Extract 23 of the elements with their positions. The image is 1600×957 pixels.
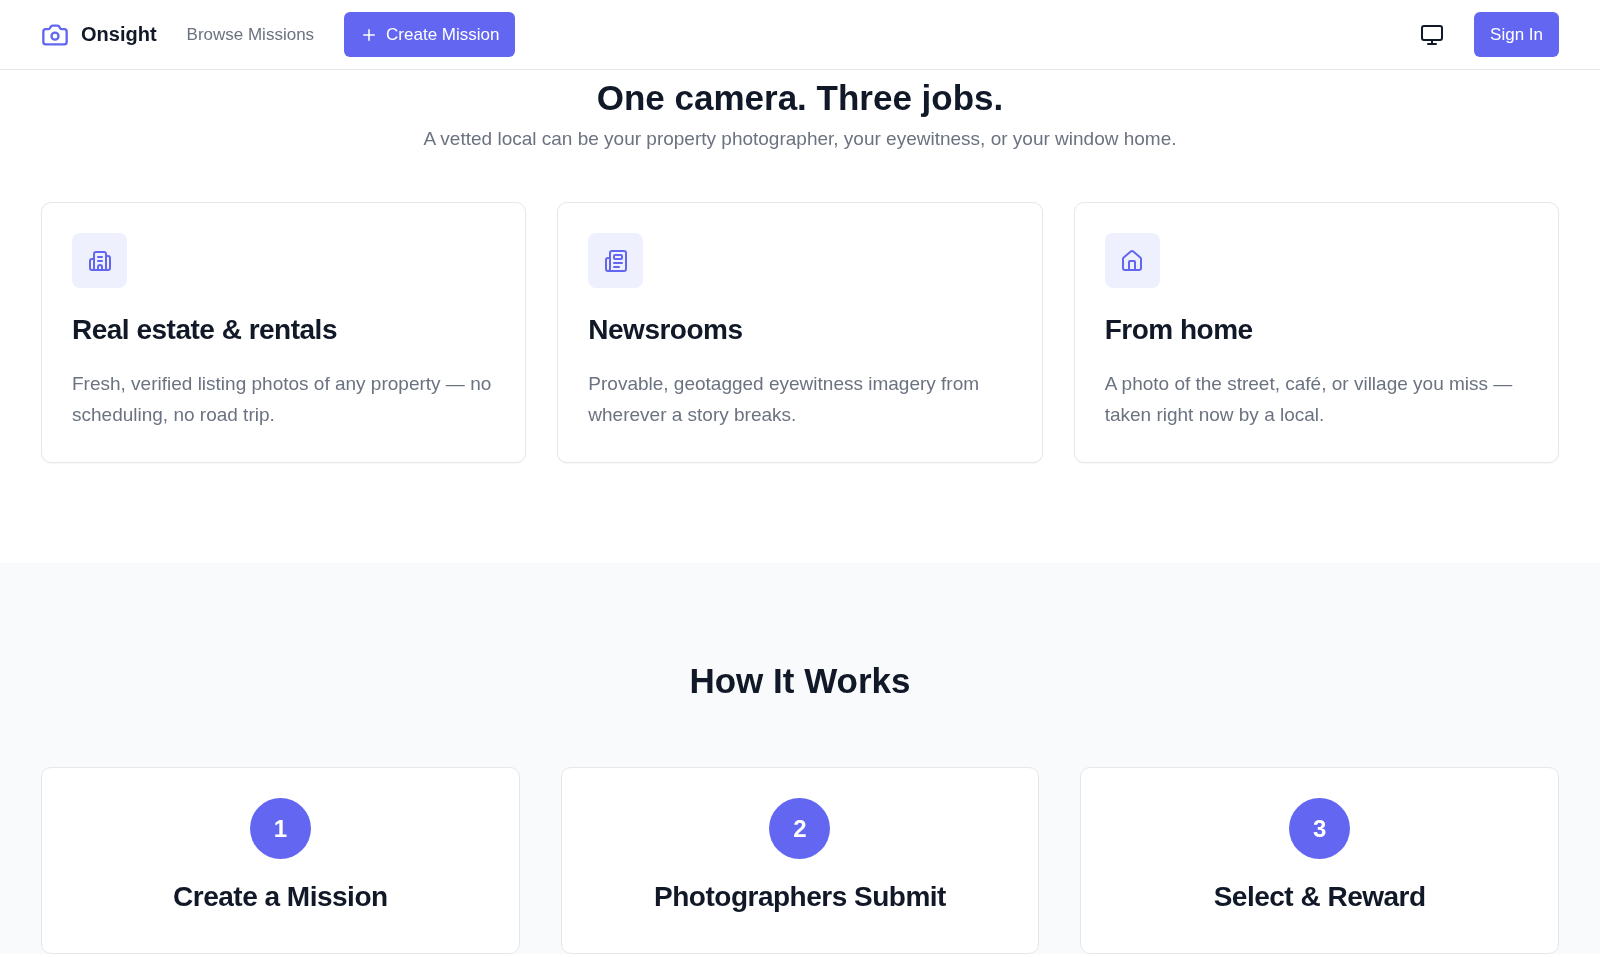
card-title: Real estate & rentals (72, 314, 338, 346)
card-title: From home (1104, 314, 1254, 346)
card-text: Fresh, verified listing photos of any property — no scheduling, no road trip. (72, 372, 493, 427)
building-icon (72, 233, 127, 288)
brand-name[interactable]: Onsight (81, 23, 157, 46)
step-number: 1 (249, 798, 311, 859)
section-subtitle: A vetted local can be your property photographer, your eyewitness, or your window home. (422, 128, 1178, 150)
card-text: A photo of the street, café, or village you miss — taken right now by a local. (1104, 372, 1514, 427)
nav-link[interactable]: Browse Missions (186, 24, 315, 45)
card-text: Provable, geotagged eyewitness imagery from wherever a story breaks. (588, 372, 981, 427)
house-icon (1104, 233, 1160, 288)
card-title: Newsrooms (588, 314, 744, 346)
step-number: 2 (769, 798, 831, 859)
step-title: Create a Mission (173, 881, 388, 913)
section-heading: One camera. Three jobs. (595, 77, 1005, 119)
newspaper-icon (588, 233, 644, 288)
section-heading: How It Works (688, 660, 912, 702)
monitor-icon[interactable] (1420, 22, 1445, 47)
sign-in-button[interactable]: Sign In (1474, 12, 1559, 57)
step-title: Photographers Submit (654, 881, 946, 913)
step-title: Select & Reward (1213, 881, 1426, 913)
step-number: 3 (1289, 798, 1351, 859)
create-mission-button[interactable]: Create Mission (344, 12, 516, 57)
